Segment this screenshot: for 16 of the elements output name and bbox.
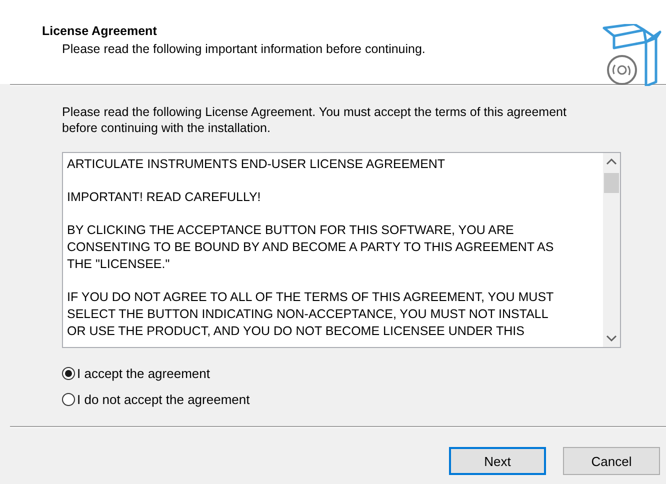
- license-text-box[interactable]: [62, 152, 621, 348]
- radio-option[interactable]: I accept the agreement: [62, 366, 621, 381]
- next-button[interactable]: Next: [449, 447, 546, 475]
- scroll-thumb[interactable]: [604, 173, 619, 193]
- radio-icon[interactable]: [62, 393, 75, 406]
- instructions-text: Please read the following License Agreement. You must accept the terms of this agreement before continuing with the installation.: [62, 104, 568, 136]
- license-paragraph: BY CLICKING THE ACCEPTANCE BUTTON FOR THIS SOFTWARE, YOU ARE CONSENTING TO BE BOUND BY AND BECOME A PARTY TO THIS AGREEMENT AS THE "LICENSEE.": [67, 222, 555, 273]
- license-paragraph: ARTICULATE INSTRUMENTS END-USER LICENSE AGREEMENT: [67, 156, 446, 173]
- radio-icon[interactable]: [62, 367, 75, 380]
- radio-option[interactable]: I do not accept the agreement: [62, 392, 621, 407]
- page-subtitle: Please read the following important information before continuing.: [61, 42, 426, 56]
- license-paragraph: IF YOU DO NOT AGREE TO ALL OF THE TERMS OF THIS AGREEMENT, YOU MUST SELECT THE BUTTON INDICATING NON-ACCEPTANCE, YOU MUST NOT INSTALL OR USE THE PRODUCT, AND YOU DO NOT BECOME LICENSEE UNDER THIS: [67, 289, 555, 340]
- page-title: License Agreement: [42, 24, 158, 38]
- cancel-button[interactable]: Cancel: [563, 447, 660, 475]
- license-paragraph: IMPORTANT! READ CAREFULLY!: [67, 189, 262, 206]
- scrollbar[interactable]: [603, 153, 620, 347]
